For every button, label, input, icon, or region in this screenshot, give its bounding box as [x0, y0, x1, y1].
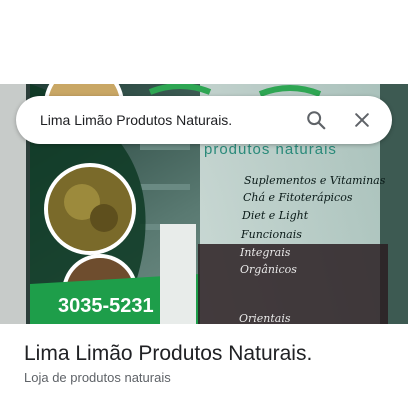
product-line-bottom: Orientais	[239, 312, 291, 324]
search-query-text[interactable]: Lima Limão Produtos Naturais.	[40, 112, 290, 128]
close-icon[interactable]	[342, 100, 382, 140]
place-category: Loja de produtos naturais	[24, 370, 171, 385]
place-title[interactable]: Lima Limão Produtos Naturais.	[24, 342, 312, 366]
product-line-5: Integrais	[239, 246, 291, 259]
product-line-3: Diet e Light	[241, 209, 309, 222]
product-line-4: Funcionais	[240, 228, 302, 241]
product-line-1: Suplementos e Vitaminas	[244, 174, 386, 187]
product-line-2: Chá e Fitoterápicos	[243, 191, 353, 204]
product-line-6: Orgânicos	[240, 263, 297, 276]
phone-number-text: 3035-5231	[58, 295, 154, 317]
search-bar[interactable]: Lima Limão Produtos Naturais.	[16, 96, 392, 144]
search-icon[interactable]	[296, 100, 336, 140]
